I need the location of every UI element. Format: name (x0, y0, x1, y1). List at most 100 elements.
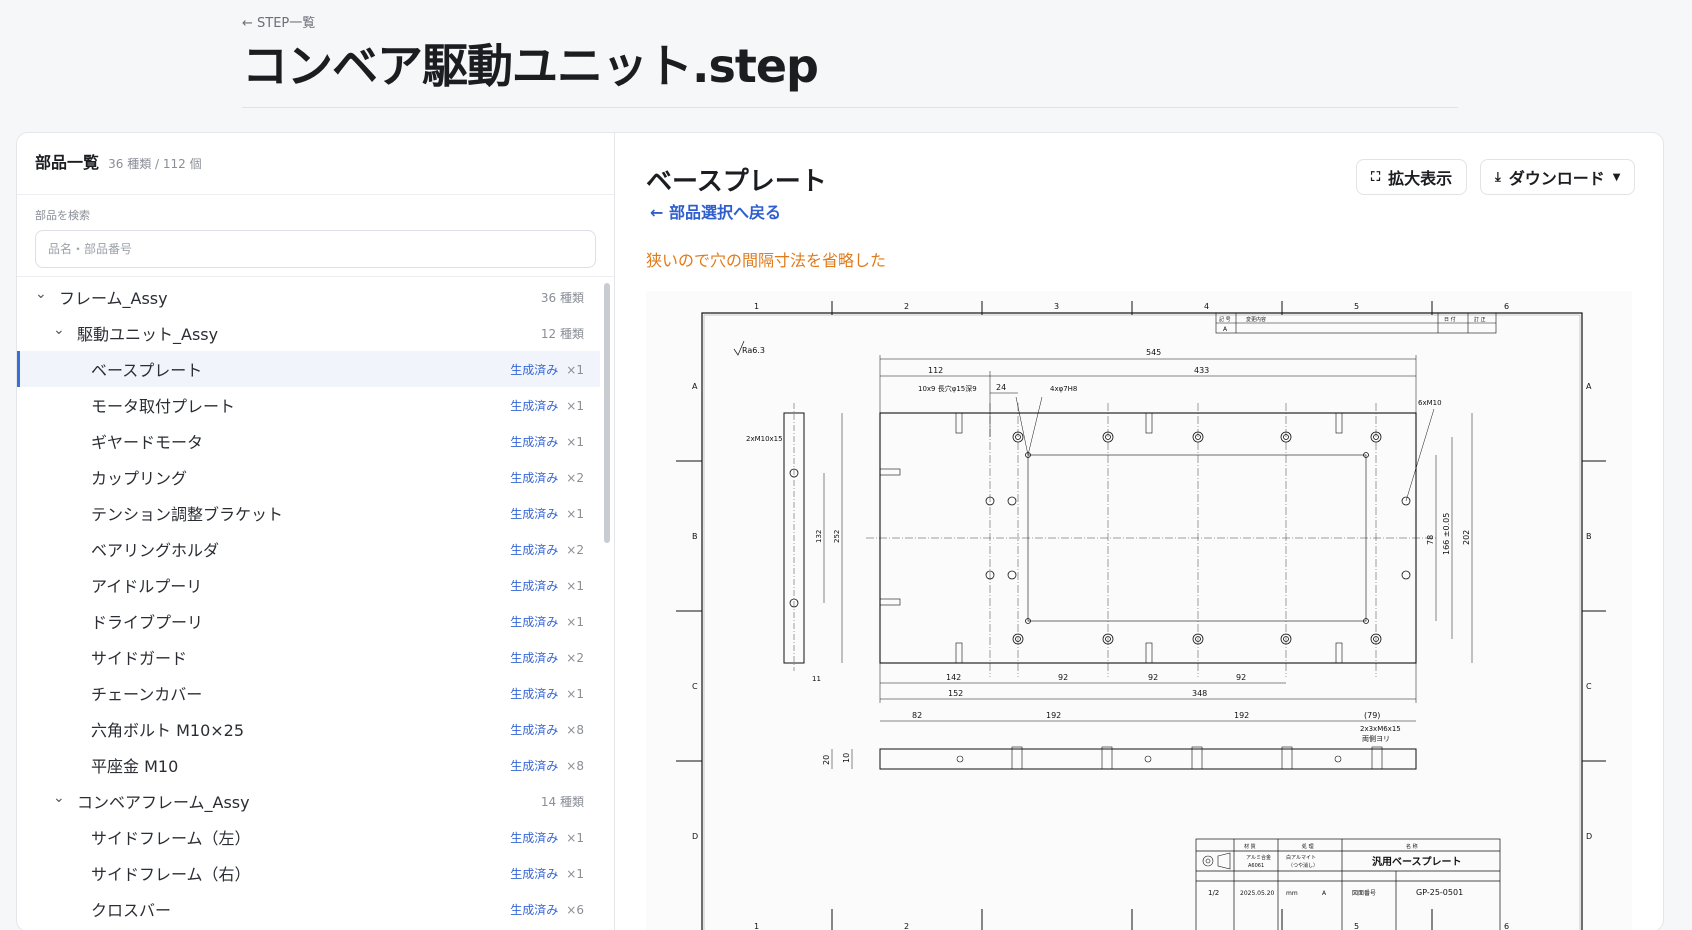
surface-finish: Ra6.3 (742, 346, 765, 355)
row-label: A (692, 382, 698, 391)
chevron-down-icon[interactable]: ⌄ (35, 287, 49, 304)
rev-head: 記 号 (1219, 316, 1231, 323)
row-label: D (1586, 832, 1592, 841)
status-badge: 生成済み (510, 542, 559, 557)
quantity-label: ×1 (566, 398, 584, 413)
quantity-label: ×1 (566, 830, 584, 845)
tree-part-row[interactable]: 六角ボルト M10×25 生成済み ×8 (17, 711, 600, 747)
tree-scrollbar[interactable] (604, 283, 610, 543)
tree-item-label: サイドフレーム（左） (91, 829, 251, 848)
dim-label: 152 (948, 689, 963, 698)
tree-part-row[interactable]: 平座金 M10 生成済み ×8 (17, 747, 600, 783)
tree-part-row[interactable]: ギヤードモータ 生成済み ×1 (17, 423, 600, 459)
dim-label: 192 (1234, 711, 1249, 720)
zoom-button-label: 拡大表示 (1388, 169, 1453, 188)
sidebar-header: 部品一覧 36 種類 / 112 個 (17, 133, 614, 195)
tree-group-row[interactable]: ⌄ コンベアフレーム_Assy 14 種類 (17, 783, 600, 819)
tb-head: 名 称 (1406, 843, 1418, 850)
dim-label: 6xM10 (1418, 399, 1442, 407)
part-meta: 生成済み ×1 (510, 613, 584, 630)
tree-part-row[interactable]: サイドフレーム（左） 生成済み ×1 (17, 819, 600, 855)
status-badge: 生成済み (510, 398, 559, 413)
tree-group-row[interactable]: ⌄ 駆動ユニット_Assy 12 種類 (17, 315, 600, 351)
part-search-input[interactable] (35, 230, 596, 268)
col-label: 6 (1504, 302, 1509, 311)
row-label: A (1586, 382, 1592, 391)
dim-label: 142 (946, 673, 961, 682)
dim-label: 11 (812, 675, 821, 683)
tree-item-label: ドライブプーリ (91, 613, 204, 632)
chevron-down-icon[interactable]: ⌄ (53, 791, 67, 808)
download-button-label: ダウンロード (1508, 169, 1605, 188)
dim-label: 両側ヨリ (1362, 734, 1390, 743)
back-to-part-selection-link[interactable]: ← 部品選択へ戻る (650, 199, 781, 223)
tree-part-row[interactable]: サイドガード 生成済み ×2 (17, 639, 600, 675)
tb-head: 処 理 (1302, 843, 1314, 850)
parts-count: 36 種類 / 112 個 (108, 157, 202, 171)
part-meta: 生成済み ×2 (510, 469, 584, 486)
status-badge: 生成済み (510, 830, 559, 845)
dim-label: 24 (996, 383, 1006, 392)
status-badge: 生成済み (510, 614, 559, 629)
drawing-viewer[interactable]: 1 2 3 4 5 6 1 2 5 6 A B C D A B C D 記 号 … (646, 291, 1632, 930)
tree-item-label: サイドフレーム（右） (91, 865, 251, 884)
tree-item-label: ベースプレート (91, 361, 203, 380)
dimension-lines (879, 355, 1473, 703)
dim-label: 252 (833, 530, 841, 543)
title-block (1195, 838, 1501, 930)
tree-item-label: 平座金 M10 (91, 757, 179, 776)
col-label: 3 (1054, 302, 1059, 311)
download-button[interactable]: ⤓ ダウンロード ▼ (1480, 159, 1636, 195)
status-badge: 生成済み (510, 650, 559, 665)
tree-part-row[interactable]: カップリング 生成済み ×2 (17, 459, 600, 495)
quantity-label: ×1 (566, 578, 584, 593)
tb-head: 図面番号 (1352, 890, 1376, 897)
quantity-label: ×8 (566, 758, 584, 773)
col-label: 5 (1354, 302, 1359, 311)
part-meta: 生成済み ×1 (510, 865, 584, 882)
part-meta: 生成済み ×6 (510, 901, 584, 918)
tree-item-label: ギヤードモータ (91, 433, 204, 452)
quantity-label: ×2 (566, 542, 584, 557)
part-meta: 生成済み ×2 (510, 541, 584, 558)
rev-row: A (1223, 326, 1228, 333)
col-label: 1 (754, 302, 759, 311)
projection-symbol (1202, 852, 1231, 870)
tree-part-row[interactable]: チェーンカバー 生成済み ×1 (17, 675, 600, 711)
main-panel: 部品一覧 36 種類 / 112 個 部品を検索 ⌄ フレーム_Assy 36 種類… (16, 132, 1664, 930)
tree-part-row[interactable]: テンション調整ブラケット 生成済み ×1 (17, 495, 600, 531)
tree-part-row[interactable]: サイドフレーム（右） 生成済み ×1 (17, 855, 600, 891)
col-label: 2 (904, 302, 909, 311)
sidebar-title: 部品一覧 (35, 153, 100, 172)
status-badge: 生成済み (510, 578, 559, 593)
col-label: 4 (1204, 302, 1209, 311)
tree-part-row[interactable]: クロスバー 生成済み ×6 (17, 891, 600, 927)
chevron-down-icon[interactable]: ⌄ (53, 323, 67, 340)
parts-tree: ⌄ フレーム_Assy 36 種類 ⌄ 駆動ユニット_Assy 12 種類 ベースプレート生… (17, 279, 600, 930)
tree-part-row[interactable]: アイドルプーリ 生成済み ×1 (17, 567, 600, 603)
dim-label: 348 (1192, 689, 1207, 698)
back-to-step-list-link[interactable]: ← STEP一覧 (242, 12, 315, 31)
tree-item-label: コンベアフレーム_Assy (77, 793, 250, 812)
part-meta: 生成済み ×1 (510, 433, 584, 450)
dim-label: 92 (1148, 673, 1158, 682)
status-badge: 生成済み (510, 506, 559, 521)
zoom-button[interactable]: ⛶ 拡大表示 (1356, 159, 1468, 195)
tb-part-name: 汎用ベースプレート (1372, 855, 1462, 868)
quantity-label: ×2 (566, 650, 584, 665)
quantity-label: ×6 (566, 902, 584, 917)
tb-material2: A6061 (1248, 863, 1264, 869)
search-label: 部品を検索 (35, 209, 90, 222)
part-meta: 生成済み ×8 (510, 721, 584, 738)
tb-head: 材 質 (1244, 843, 1256, 850)
col-label: 1 (754, 922, 759, 930)
quantity-label: ×1 (566, 362, 584, 377)
col-label: 5 (1354, 922, 1359, 930)
tree-part-row[interactable]: ベースプレート 生成済み ×1 (17, 351, 600, 387)
tree-group-row[interactable]: ⌄ フレーム_Assy 36 種類 (17, 279, 600, 315)
tree-part-row[interactable]: ベアリングホルダ 生成済み ×2 (17, 531, 600, 567)
tree-part-row[interactable]: ドライブプーリ 生成済み ×1 (17, 603, 600, 639)
search-section: 部品を検索 (17, 195, 614, 277)
tree-part-row[interactable]: モータ取付プレート 生成済み ×1 (17, 387, 600, 423)
column-markers (676, 301, 1606, 930)
